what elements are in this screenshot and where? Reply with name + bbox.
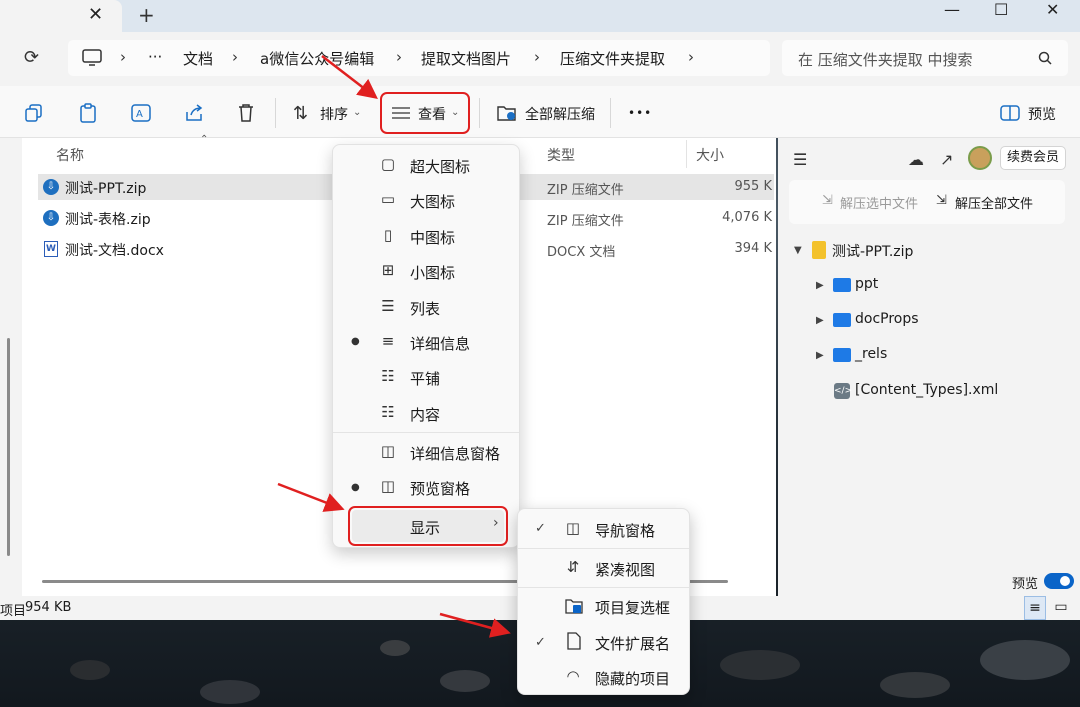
arrow-to-view <box>321 55 378 100</box>
annotation-arrows <box>277 55 511 638</box>
arrow-to-file-extensions <box>439 612 511 638</box>
arrow-to-show <box>277 482 345 512</box>
